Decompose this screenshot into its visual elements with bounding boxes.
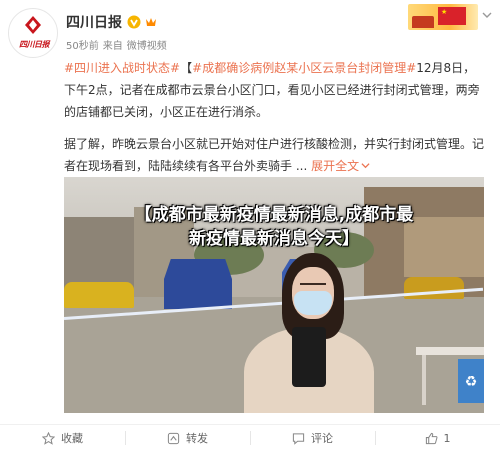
scene-person-scarf bbox=[292, 327, 326, 387]
header-decoration: ★ bbox=[408, 4, 478, 30]
author-name[interactable]: 四川日报 bbox=[66, 12, 122, 32]
hashtag-link[interactable]: #成都确诊病例赵某小区云景台封闭管理# bbox=[192, 61, 416, 75]
verified-icon bbox=[127, 15, 141, 29]
post-body-paragraph-1: #四川进入战时状态#【#成都确诊病例赵某小区云景台封闭管理#12月8日，下午2点… bbox=[64, 57, 484, 123]
post-time: 50秒前 bbox=[66, 41, 99, 52]
hashtag-link[interactable]: #四川进入战时状态# bbox=[64, 61, 180, 75]
bracket: 【 bbox=[180, 61, 193, 75]
comment-label: 评论 bbox=[311, 432, 333, 445]
repost-button[interactable]: 转发 bbox=[125, 425, 250, 451]
post-header: 四川日报 四川日报 50秒前 来自 微博视频 ★ bbox=[0, 0, 500, 58]
like-icon bbox=[425, 432, 437, 444]
post-meta: 50秒前 来自 微博视频 bbox=[66, 37, 167, 52]
chevron-down-icon bbox=[361, 163, 370, 169]
more-options-chevron-icon[interactable] bbox=[482, 10, 492, 20]
scene-flowers bbox=[64, 282, 134, 308]
scene-table-leg bbox=[422, 355, 426, 405]
scene-tent bbox=[164, 259, 232, 309]
post-source[interactable]: 微博视频 bbox=[127, 37, 167, 52]
scene-flowers bbox=[404, 277, 464, 299]
avatar[interactable]: 四川日报 bbox=[8, 8, 58, 58]
comment-icon bbox=[292, 432, 305, 445]
source-prefix: 来自 bbox=[102, 41, 123, 52]
recycle-icon: ♻ bbox=[464, 374, 478, 390]
tiananmen-icon bbox=[412, 16, 434, 28]
video-headline: 【成都市最新疫情最新消息,成都市最 新疫情最新消息今天】 bbox=[68, 203, 480, 251]
favorite-button[interactable]: 收藏 bbox=[0, 425, 125, 451]
flag-icon: ★ bbox=[438, 7, 466, 25]
expand-link[interactable]: 展开全文 bbox=[311, 159, 370, 173]
star-icon: ★ bbox=[441, 8, 448, 16]
like-count: 1 bbox=[443, 431, 451, 445]
sichuan-daily-logo-icon bbox=[25, 16, 41, 34]
author-row: 四川日报 bbox=[66, 12, 158, 32]
action-bar: 收藏 转发 评论 1 bbox=[0, 424, 500, 451]
repost-icon bbox=[167, 432, 180, 444]
scene-table bbox=[416, 347, 484, 355]
favorite-label: 收藏 bbox=[61, 432, 83, 445]
video-thumbnail[interactable]: ♻ 【成都市最新疫情最新消息,成都市最 新疫情最新消息今天】 bbox=[64, 177, 484, 413]
star-icon bbox=[42, 431, 55, 445]
headline-line-2: 新疫情最新消息今天】 bbox=[189, 229, 359, 249]
post-text: 据了解，昨晚云景台小区就已开始对住户进行核酸检测，并实行封闭式管理。记者在现场看… bbox=[64, 137, 485, 173]
scene-person-eyes bbox=[300, 283, 326, 286]
expand-label[interactable]: 展开全文 bbox=[311, 159, 359, 173]
headline-line-1: 【成都市最新疫情最新消息,成都市最 bbox=[134, 205, 414, 225]
like-button[interactable]: 1 bbox=[375, 425, 500, 451]
avatar-logo-text: 四川日报 bbox=[19, 39, 50, 49]
vip-badge-icon bbox=[146, 18, 156, 26]
repost-label: 转发 bbox=[186, 432, 208, 445]
scene-person-mask bbox=[294, 291, 332, 315]
post-body-paragraph-2: 据了解，昨晚云景台小区就已开始对住户进行核酸检测，并实行封闭式管理。记者在现场看… bbox=[64, 133, 484, 177]
comment-button[interactable]: 评论 bbox=[250, 425, 375, 451]
